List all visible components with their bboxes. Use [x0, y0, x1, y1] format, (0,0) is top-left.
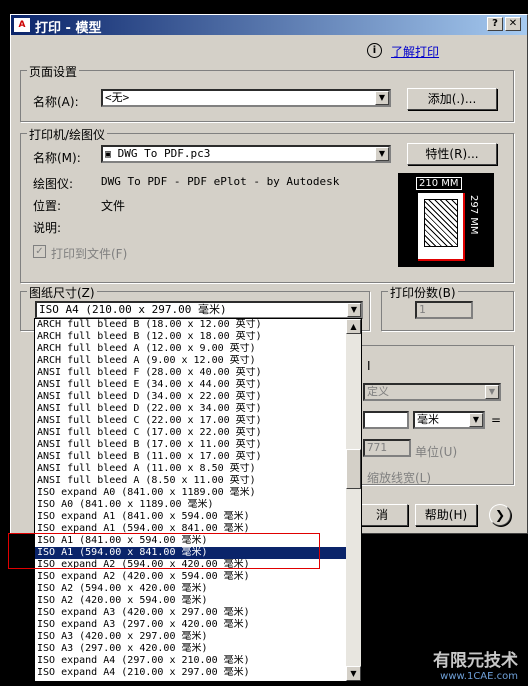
paper-size-option[interactable]: ARCH full bleed B (18.00 x 12.00 英寸)	[35, 319, 348, 331]
paper-size-option[interactable]: ANSI full bleed B (17.00 x 11.00 英寸)	[35, 439, 348, 451]
paper-size-option[interactable]: ISO A0 (841.00 x 1189.00 毫米)	[35, 499, 348, 511]
paper-size-option[interactable]: ANSI full bleed B (11.00 x 17.00 英寸)	[35, 451, 348, 463]
dialog-title: 打印 - 模型	[35, 21, 102, 36]
copies-legend: 打印份数(B)	[388, 284, 458, 301]
preview-height-label: 297 MM	[468, 195, 479, 235]
unit-mm-value: 毫米	[417, 413, 439, 426]
paper-size-option[interactable]: ISO expand A2 (420.00 x 594.00 毫米)	[35, 571, 348, 583]
printer-legend: 打印机/绘图仪	[27, 126, 108, 143]
preview-paper	[418, 193, 464, 259]
printable-area	[424, 199, 458, 247]
paper-size-option[interactable]: ANSI full bleed A (11.00 x 8.50 英寸)	[35, 463, 348, 475]
watermark-text: 有限元技术	[433, 651, 518, 671]
paper-preview: 210 MM 297 MM	[398, 173, 494, 267]
chevron-down-icon[interactable]: ▼	[347, 303, 361, 317]
info-icon: i	[367, 43, 382, 58]
paper-size-option[interactable]: ISO expand A4 (210.00 x 297.00 毫米)	[35, 667, 348, 679]
unit-value-input[interactable]: 771	[363, 439, 411, 457]
paper-size-option[interactable]: ANSI full bleed C (17.00 x 22.00 英寸)	[35, 427, 348, 439]
printer-name-value: DWG To PDF.pc3	[117, 147, 211, 160]
unit-value: 771	[367, 441, 387, 454]
expand-arrow-icon[interactable]: ❯	[489, 504, 511, 526]
copies-spinner[interactable]: 1	[415, 301, 473, 319]
paper-size-option[interactable]: ISO expand A3 (420.00 x 297.00 毫米)	[35, 607, 348, 619]
paper-size-combo[interactable]: ISO A4 (210.00 x 297.00 毫米) ▼	[35, 301, 363, 319]
paper-size-option[interactable]: ISO expand A4 (297.00 x 210.00 毫米)	[35, 655, 348, 667]
help-title-button[interactable]: ?	[487, 17, 503, 31]
preview-width-label: 210 MM	[416, 177, 462, 190]
watermark-url: www.1CAE.com	[440, 671, 518, 682]
chevron-down-icon[interactable]: ▼	[375, 91, 389, 105]
location-value: 文件	[101, 199, 126, 213]
learn-printing-link[interactable]: 了解打印	[391, 43, 439, 60]
chevron-down-icon[interactable]: ▼	[375, 147, 389, 161]
page-setup-name-label: 名称(A):	[33, 95, 79, 109]
preview-red-edge	[463, 193, 465, 259]
scroll-down-icon[interactable]: ▼	[346, 666, 361, 681]
properties-button[interactable]: 特性(R)...	[407, 143, 497, 165]
page-setup-legend: 页面设置	[27, 63, 80, 80]
add-button[interactable]: 添加(.)...	[407, 88, 497, 110]
dropdown-scrollbar[interactable]: ▲ ▼	[346, 319, 361, 681]
paper-size-option[interactable]: ARCH full bleed B (12.00 x 18.00 英寸)	[35, 331, 348, 343]
unit-combo[interactable]: 毫米 ▼	[413, 411, 485, 429]
scale-custom-value: 定义	[367, 385, 389, 398]
preview-red-bottom	[418, 259, 465, 261]
autocad-icon: A	[14, 18, 30, 32]
chevron-down-icon[interactable]: ▼	[469, 413, 483, 427]
paper-size-option[interactable]: ANSI full bleed D (34.00 x 22.00 英寸)	[35, 391, 348, 403]
location-label: 位置:	[33, 199, 62, 213]
paper-size-option[interactable]: ISO A3 (420.00 x 297.00 毫米)	[35, 631, 348, 643]
paper-size-option[interactable]: ANSI full bleed F (28.00 x 40.00 英寸)	[35, 367, 348, 379]
paper-size-option[interactable]: ISO A2 (420.00 x 594.00 毫米)	[35, 595, 348, 607]
cancel-button[interactable]: 消	[356, 504, 408, 526]
paper-size-option[interactable]: ARCH full bleed A (12.00 x 9.00 英寸)	[35, 343, 348, 355]
plotter-label: 绘图仪:	[33, 177, 74, 191]
watermark: 有限元技术 www.1CAE.com	[433, 646, 518, 682]
paper-size-option[interactable]: ISO A2 (594.00 x 420.00 毫米)	[35, 583, 348, 595]
paper-size-option[interactable]: ANSI full bleed D (22.00 x 34.00 英寸)	[35, 403, 348, 415]
page-setup-name-combo[interactable]: <无> ▼	[101, 89, 391, 107]
scale-lineweights-label: 缩放线宽(L)	[367, 471, 432, 485]
chevron-down-icon[interactable]: ▼	[485, 385, 499, 399]
highlight-annotation-box	[8, 533, 320, 569]
scroll-thumb[interactable]	[346, 449, 361, 489]
paper-size-option[interactable]: ANSI full bleed E (34.00 x 44.00 英寸)	[35, 379, 348, 391]
title-bar: A 打印 - 模型 ? ✕	[11, 15, 527, 36]
unit-label: 单位(U)	[415, 445, 458, 459]
paper-size-dropdown[interactable]: ARCH full bleed B (18.00 x 12.00 英寸) ARCH…	[34, 318, 362, 682]
help-button[interactable]: 帮助(H)	[415, 504, 477, 526]
scroll-up-icon[interactable]: ▲	[346, 319, 361, 334]
copies-value: 1	[419, 303, 426, 316]
close-title-button[interactable]: ✕	[505, 17, 521, 31]
paper-size-option[interactable]: ISO expand A1 (841.00 x 594.00 毫米)	[35, 511, 348, 523]
printer-name-label: 名称(M):	[33, 151, 81, 165]
plotter-icon: ▣	[105, 149, 112, 160]
paper-size-legend: 图纸尺寸(Z)	[27, 284, 97, 301]
paper-size-value: ISO A4 (210.00 x 297.00 毫米)	[39, 303, 227, 316]
print-to-file-checkbox[interactable]: ✓	[33, 245, 46, 258]
equals-sign: =	[491, 413, 502, 427]
paper-size-option[interactable]: ANSI full bleed A (8.50 x 11.00 英寸)	[35, 475, 348, 487]
plotter-value: DWG To PDF - PDF ePlot - by Autodesk	[101, 175, 340, 188]
hidden-letter: I	[367, 359, 371, 373]
printer-name-combo[interactable]: ▣ DWG To PDF.pc3 ▼	[101, 145, 391, 163]
paper-size-option[interactable]: ISO expand A0 (841.00 x 1189.00 毫米)	[35, 487, 348, 499]
print-to-file-label: 打印到文件(F)	[51, 247, 128, 261]
paper-size-list: ARCH full bleed B (18.00 x 12.00 英寸) ARCH…	[35, 319, 348, 679]
description-label: 说明:	[33, 221, 62, 235]
page-setup-name-value: <无>	[105, 91, 130, 104]
paper-size-option[interactable]: ARCH full bleed A (9.00 x 12.00 英寸)	[35, 355, 348, 367]
scale-combo[interactable]: 定义 ▼	[363, 383, 501, 401]
scale-mm-input[interactable]	[363, 411, 409, 429]
paper-size-option[interactable]: ANSI full bleed C (22.00 x 17.00 英寸)	[35, 415, 348, 427]
paper-size-option[interactable]: ISO expand A3 (297.00 x 420.00 毫米)	[35, 619, 348, 631]
paper-size-option[interactable]: ISO A3 (297.00 x 420.00 毫米)	[35, 643, 348, 655]
